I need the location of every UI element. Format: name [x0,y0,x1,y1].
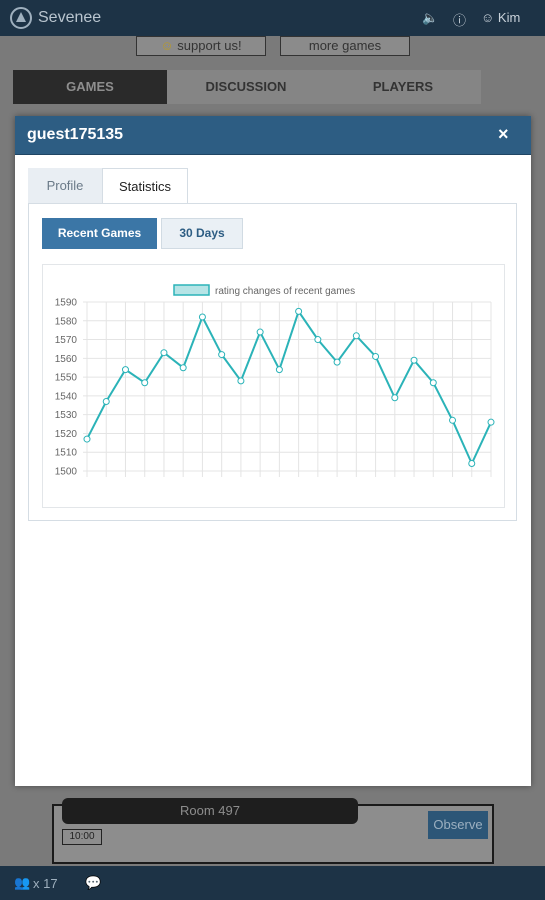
y-tick-label: 1540 [55,391,78,402]
bottom-bar: 👥 x 17 💬 [0,866,545,900]
data-point [352,332,360,340]
modal-title: guest175135 [27,126,124,143]
more-games-button[interactable]: more games [280,36,410,56]
data-point [429,379,437,387]
y-tick-label: 1580 [55,316,78,327]
data-point [275,366,283,374]
data-point [121,366,129,374]
room-timer: 10:00 [62,829,102,845]
y-tick-label: 1550 [55,373,78,384]
data-point [102,398,110,406]
legend-swatch [173,284,210,296]
recent-games-button[interactable]: Recent Games [42,218,157,249]
data-point [179,364,187,372]
players-icon[interactable]: 👥 [14,875,30,891]
y-tick-label: 1570 [55,335,78,346]
room-title: Room 497 [62,798,358,824]
tab-games[interactable]: GAMES [13,70,167,104]
data-point [449,416,457,424]
user-icon: ☺ [481,10,495,25]
modal-header: guest175135 × [15,116,531,155]
chat-icon[interactable]: 💬 [85,875,101,891]
data-point [141,379,149,387]
data-point [410,356,418,364]
info-icon[interactable]: ⓘ [453,10,466,29]
data-point [372,352,380,360]
data-point [391,394,399,402]
tab-profile[interactable]: Profile [28,168,102,204]
data-point [468,459,476,467]
data-point [198,313,206,321]
data-point [314,336,322,344]
smile-icon: ☺ [160,38,174,53]
user-stats-modal: guest175135 × Profile Statistics Recent … [15,116,531,786]
tab-players[interactable]: PLAYERS [325,70,481,104]
legend-label: rating changes of recent games [215,286,355,297]
data-point [218,351,226,359]
series-line [86,309,492,466]
data-point [487,418,495,426]
user-menu[interactable]: ☺ Kim [481,10,520,25]
observe-button[interactable]: Observe [428,811,488,839]
y-tick-label: 1530 [55,410,78,421]
data-point [295,307,303,315]
data-point [333,358,341,366]
y-tick-label: 1500 [55,467,78,478]
y-tick-label: 1590 [55,298,78,309]
logo-icon[interactable] [10,7,32,29]
brand-name: Sevenee [38,9,102,26]
close-icon[interactable]: × [498,124,509,145]
tab-statistics[interactable]: Statistics [102,168,188,204]
y-tick-label: 1560 [55,354,78,365]
y-tick-label: 1510 [55,448,78,459]
data-point [160,349,168,357]
y-tick-label: 1520 [55,429,78,440]
data-point [237,377,245,385]
data-point [83,435,91,443]
user-name: Kim [497,10,521,25]
tab-discussion[interactable]: DISCUSSION [167,70,325,104]
data-point [256,328,264,336]
rating-chart-svg: 1590 1580 1570 1560 1550 1540 1530 1520 1510 1500… [55,284,495,478]
rating-chart: 1590 1580 1570 1560 1550 1540 1530 1520 1510 1500… [42,264,505,508]
top-bar: Sevenee 🔈 ⓘ ☺ Kim [0,0,545,36]
support-button[interactable]: ☺ support us! [136,36,266,56]
sound-icon[interactable]: 🔈 [422,10,438,26]
30-days-button[interactable]: 30 Days [161,218,243,249]
players-count: x 17 [33,876,58,891]
